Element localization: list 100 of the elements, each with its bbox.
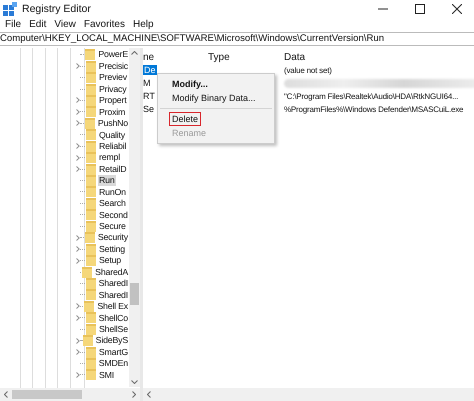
horizontal-scrollbar[interactable] (143, 388, 474, 401)
folder-icon (84, 300, 94, 312)
vertical-scrollbar[interactable] (129, 48, 140, 387)
tree-item[interactable]: Propert (98, 95, 128, 106)
tree-item[interactable]: SMDEn (98, 358, 129, 369)
menu-item[interactable]: Edit (25, 19, 50, 30)
tree-item[interactable]: ShellCo (98, 312, 129, 324)
tree-item[interactable]: RunOn (98, 186, 127, 198)
horizontal-scrollbar[interactable] (0, 388, 140, 401)
value-name[interactable]: De (143, 65, 157, 75)
value-name[interactable]: M (143, 78, 150, 88)
folder-icon (86, 369, 96, 380)
scroll-down-icon[interactable] (131, 380, 138, 384)
value-name[interactable]: Se (143, 104, 154, 114)
tree-item[interactable]: Proxim (98, 106, 126, 118)
value-data: (value not set) (284, 66, 332, 75)
value-name[interactable]: RT (143, 91, 155, 101)
tree-item[interactable]: ShellSe (98, 324, 129, 334)
scroll-thumb[interactable] (12, 390, 82, 399)
tree-item[interactable]: Previev (98, 72, 128, 83)
folder-icon (86, 60, 96, 72)
column-header[interactable]: Type (208, 52, 284, 62)
chevron-icon[interactable] (76, 154, 80, 161)
registry-icon (3, 2, 17, 16)
tree-item[interactable]: SmartG (98, 346, 129, 358)
folder-icon (86, 289, 96, 300)
chevron-icon[interactable] (76, 166, 80, 172)
tree-item[interactable]: SharedI (98, 278, 129, 289)
folder-icon (85, 49, 96, 60)
chevron-icon[interactable] (76, 349, 80, 356)
tree-item[interactable]: Second (98, 210, 129, 220)
chevron-icon[interactable] (76, 258, 80, 264)
menu-item[interactable]: Favorites (80, 19, 129, 30)
chevron-icon[interactable] (76, 97, 80, 104)
tree-item[interactable]: Security (96, 232, 129, 243)
menu-item[interactable]: Help (128, 19, 158, 30)
folder-icon (86, 255, 96, 266)
chevron-icon[interactable] (76, 108, 80, 115)
tree-item[interactable]: PushNo (96, 118, 129, 129)
chevron-icon[interactable] (76, 338, 80, 344)
folder-icon (84, 232, 95, 244)
folder-icon (86, 324, 96, 335)
folder-icon (86, 209, 96, 220)
folder-icon (86, 346, 96, 358)
chevron-icon[interactable] (76, 314, 80, 321)
folder-icon (86, 186, 96, 198)
folder-icon (86, 164, 96, 175)
scroll-thumb[interactable] (130, 283, 139, 305)
chevron-icon[interactable] (76, 120, 80, 126)
tree-item[interactable]: Precisic (98, 60, 129, 72)
folder-icon (86, 220, 96, 232)
menu-item[interactable]: File (1, 19, 26, 30)
tree-item[interactable]: Shell Ex (96, 301, 129, 312)
tree-item[interactable]: Quality (98, 130, 126, 140)
tree-item[interactable]: SMI (98, 370, 116, 380)
value-data: %ProgramFiles%\Windows Defender\MSASCuiL.exe (284, 105, 464, 114)
tree-item[interactable]: SideByS (94, 335, 129, 346)
tree-item[interactable]: SharedA (94, 266, 129, 278)
tree-item[interactable]: Run (98, 175, 116, 186)
folder-icon (86, 84, 96, 95)
folder-icon (86, 94, 96, 106)
value-data: "C:\Program Files\Realtek\Audio\HDA\RtkNGUI64... (284, 92, 458, 101)
folder-icon (86, 358, 96, 370)
folder-icon (86, 312, 96, 324)
tree-item[interactable]: PowerE (97, 49, 129, 60)
folder-icon (84, 118, 95, 129)
chevron-icon[interactable] (76, 303, 80, 310)
chevron-icon[interactable] (76, 372, 80, 378)
tree-item[interactable]: RetailD (98, 164, 128, 174)
tree-item[interactable]: Secure (98, 221, 127, 232)
folder-icon (86, 106, 96, 118)
close-icon[interactable] (452, 4, 462, 14)
tree-item[interactable]: Setting (98, 244, 126, 254)
tree-item[interactable]: Setup (98, 255, 122, 266)
menu-item[interactable]: View (50, 19, 80, 30)
column-header[interactable]: Data (284, 52, 306, 62)
chevron-icon[interactable] (76, 246, 80, 252)
tree-item[interactable]: rempl (98, 152, 121, 163)
tree-item[interactable]: Search (98, 198, 127, 209)
chevron-icon[interactable] (76, 143, 80, 150)
address-field[interactable]: Computer\HKEY_LOCAL_MACHINE\SOFTWARE\Microsoft\Windows\CurrentVersion\Run (0, 32, 474, 46)
folder-icon (86, 140, 96, 152)
column-header[interactable]: ne (143, 52, 208, 62)
folder-icon (82, 335, 93, 346)
menu-item[interactable]: Delete (169, 112, 202, 126)
menu-item[interactable]: Modify Binary Data... (169, 91, 259, 105)
scroll-up-icon[interactable] (131, 51, 138, 55)
chevron-icon[interactable] (76, 63, 80, 70)
scroll-right-icon[interactable] (132, 391, 136, 398)
tree-item[interactable]: Reliabil (98, 140, 128, 152)
folder-icon (86, 175, 96, 186)
folder-icon (86, 152, 96, 164)
maximize-icon[interactable] (415, 4, 425, 14)
tree-item[interactable]: Privacy (98, 84, 128, 94)
scroll-left-icon[interactable] (147, 391, 151, 398)
chevron-icon[interactable] (76, 234, 80, 241)
scroll-left-icon[interactable] (4, 391, 8, 398)
menu-item[interactable]: Modify... (169, 77, 211, 91)
tree-item[interactable]: SharedI (98, 290, 129, 300)
folder-icon (86, 198, 96, 209)
